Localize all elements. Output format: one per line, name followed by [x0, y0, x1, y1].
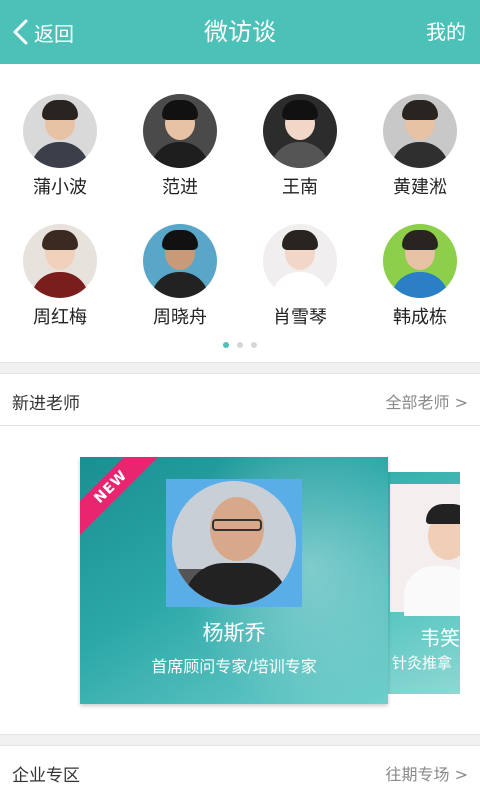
all-teachers-link[interactable]: 全部老师 >	[386, 389, 469, 413]
teacher-photo	[166, 479, 302, 607]
teacher-item[interactable]: 蒲小波	[5, 94, 115, 200]
section-divider	[0, 734, 480, 746]
teacher-card-next[interactable]: 韦笑 针灸推拿	[382, 472, 460, 694]
mine-button[interactable]: 我的	[426, 16, 466, 48]
teacher-item[interactable]: 韩成栋	[365, 224, 475, 330]
teacher-name: 韩成栋	[393, 307, 447, 328]
avatar	[383, 224, 457, 298]
section-title: 企业专区	[12, 766, 80, 786]
teacher-item[interactable]: 王南	[245, 94, 355, 200]
new-teachers-header: 新进老师 全部老师 >	[0, 376, 480, 426]
page-title: 微访谈	[204, 18, 276, 46]
teacher-name: 周红梅	[33, 307, 87, 328]
avatar	[23, 224, 97, 298]
card-teacher-name: 韦笑	[420, 626, 460, 650]
teacher-name: 蒲小波	[33, 177, 87, 198]
teacher-name: 黄建淞	[393, 177, 447, 198]
avatar	[23, 94, 97, 168]
section-title: 新进老师	[12, 394, 80, 414]
avatar	[143, 94, 217, 168]
teacher-item[interactable]: 周晓舟	[125, 224, 235, 330]
card-teacher-role: 针灸推拿	[392, 654, 453, 672]
teacher-name: 周晓舟	[153, 307, 207, 328]
card-teacher-role: 首席顾问专家/培训专家	[151, 657, 317, 676]
page-dot[interactable]	[237, 342, 243, 348]
avatar	[143, 224, 217, 298]
teacher-name: 王南	[282, 177, 318, 198]
teacher-item[interactable]: 范进	[125, 94, 235, 200]
teacher-item[interactable]: 周红梅	[5, 224, 115, 330]
past-sessions-link[interactable]: 往期专场 >	[386, 761, 469, 785]
teacher-grid: 蒲小波 范进 王南 黄建淞 周红梅 周晓舟 肖雪琴 韩成栋	[0, 64, 480, 360]
teacher-item[interactable]: 黄建淞	[365, 94, 475, 200]
avatar	[383, 94, 457, 168]
card-teacher-name: 杨斯乔	[202, 621, 266, 645]
section-divider	[0, 362, 480, 374]
avatar	[263, 94, 337, 168]
teacher-name: 范进	[162, 177, 198, 198]
enterprise-header: 企业专区 往期专场 >	[0, 748, 480, 798]
avatar	[263, 224, 337, 298]
page-dot[interactable]	[251, 342, 257, 348]
page-indicator	[0, 342, 480, 348]
teacher-name: 肖雪琴	[273, 307, 327, 328]
teacher-card[interactable]: 杨斯乔 首席顾问专家/培训专家 NEW	[80, 457, 388, 704]
teacher-photo	[390, 484, 460, 616]
new-badge: NEW	[80, 457, 166, 542]
page-dot[interactable]	[223, 342, 229, 348]
top-bar: 返回 微访谈 我的	[0, 0, 480, 64]
teacher-item[interactable]: 肖雪琴	[245, 224, 355, 330]
